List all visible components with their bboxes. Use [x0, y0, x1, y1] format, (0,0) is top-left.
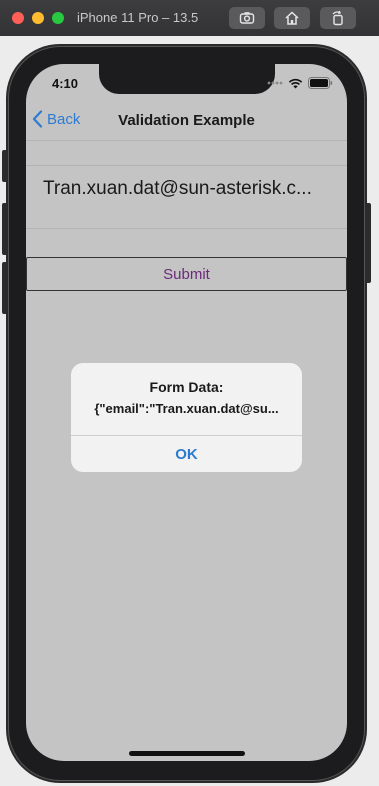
home-indicator[interactable] — [129, 751, 245, 756]
close-window-button[interactable] — [12, 12, 24, 24]
home-button[interactable] — [274, 7, 310, 29]
alert-ok-button[interactable]: OK — [71, 436, 302, 472]
simulator-titlebar: iPhone 11 Pro – 13.5 — [0, 0, 379, 37]
cellular-dots-icon — [267, 81, 283, 85]
battery-icon — [308, 77, 333, 89]
alert-dialog: Form Data: {"email":"Tran.xuan.dat@su...… — [71, 363, 302, 472]
alert-message: {"email":"Tran.xuan.dat@su... — [94, 401, 279, 416]
email-field[interactable]: Tran.xuan.dat@sun-asterisk.c... — [26, 165, 347, 229]
notch — [99, 64, 275, 94]
camera-icon — [239, 12, 255, 24]
submit-button[interactable]: Submit — [26, 257, 347, 291]
minimize-window-button[interactable] — [32, 12, 44, 24]
submit-label: Submit — [163, 265, 210, 283]
device-screen: 4:10 Back Validation Example Tran.xuan.d… — [26, 64, 347, 761]
page-title: Validation Example — [118, 112, 255, 129]
rotate-icon — [332, 10, 343, 26]
status-icons — [267, 77, 333, 89]
status-time: 4:10 — [52, 76, 79, 91]
home-icon — [285, 11, 299, 25]
alert-title: Form Data: — [149, 379, 224, 395]
power-button — [365, 203, 371, 283]
window-title: iPhone 11 Pro – 13.5 — [77, 10, 199, 25]
wifi-icon — [288, 78, 303, 88]
volume-down-button — [2, 262, 8, 314]
mute-switch — [2, 150, 8, 182]
screenshot-button[interactable] — [229, 7, 265, 29]
zoom-window-button[interactable] — [52, 12, 64, 24]
volume-up-button — [2, 203, 8, 255]
navigation-bar: Back Validation Example — [26, 100, 347, 141]
email-value: Tran.xuan.dat@sun-asterisk.c... — [43, 178, 312, 199]
rotate-button[interactable] — [320, 7, 356, 29]
